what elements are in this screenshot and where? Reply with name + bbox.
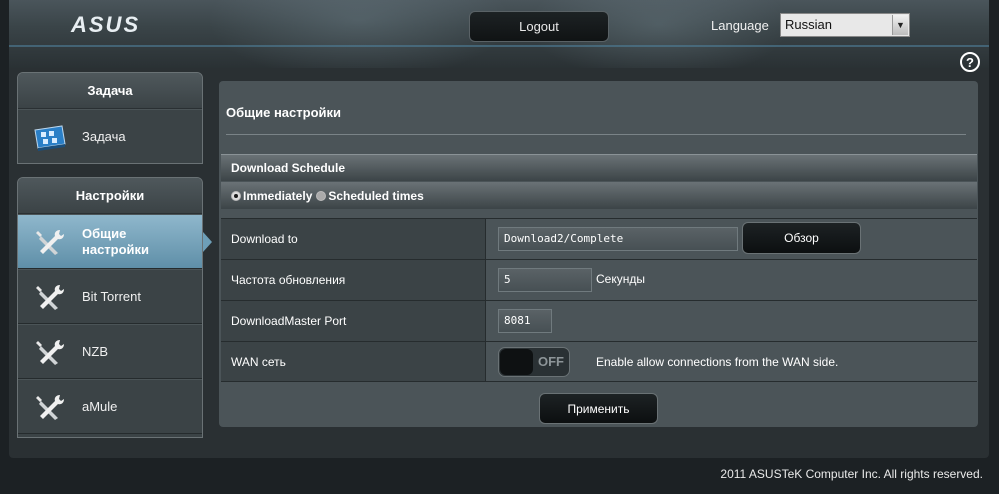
apply-button[interactable]: Применить [539,393,658,424]
refresh-rate-input[interactable]: 5 [498,268,592,292]
sidebar-task-title: Задача [18,73,202,109]
sidebar-item-label: NZB [82,344,108,359]
table-row: WAN сеть OFF Enable allow connections fr… [221,341,977,382]
language-select[interactable]: Russian ▼ [780,13,910,37]
logout-button[interactable]: Logout [469,11,609,42]
asus-logo: ASUS [71,12,141,37]
download-to-label: Download to [221,219,485,259]
tools-icon [36,395,64,420]
sidebar-item-general-settings[interactable]: Общие настройки [18,214,202,269]
active-item-pointer [203,232,212,252]
radio-scheduled-label[interactable]: Scheduled times [328,189,423,203]
refresh-rate-label: Частота обновления [221,260,485,300]
help-icon[interactable]: ? [960,52,980,72]
sidebar-settings-title: Настройки [18,178,202,214]
toggle-state-text: OFF [538,354,564,369]
table-row: Частота обновления 5 Секунды [221,259,977,300]
wan-description: Enable allow connections from the WAN si… [596,355,839,369]
tools-icon [36,285,64,310]
copyright-text: 2011 ASUSTeK Computer Inc. All rights re… [720,467,983,481]
sidebar-task-section: Задача Задача [17,72,203,164]
sidebar-item-task[interactable]: Задача [18,109,202,163]
sidebar-item-label: Bit Torrent [82,289,142,304]
toggle-knob [500,349,533,375]
tools-icon [36,340,64,365]
sidebar-item-label: Задача [82,129,126,144]
main-panel: Общие настройки Download Schedule Immedi… [219,81,978,427]
wan-label: WAN сеть [221,342,485,381]
port-label: DownloadMaster Port [221,301,485,341]
download-schedule-header: Download Schedule [221,154,977,181]
title-divider [226,134,966,135]
download-path-input[interactable]: Download2/Complete [498,227,738,251]
page-title: Общие настройки [226,105,341,120]
sidebar-item-bittorrent[interactable]: Bit Torrent [18,269,202,324]
browse-button[interactable]: Обзор [742,222,861,254]
table-row: DownloadMaster Port 8081 [221,300,977,341]
language-select-value: Russian [785,17,832,32]
settings-table: Download to Download2/Complete Обзор Час… [221,218,977,382]
wan-toggle[interactable]: OFF [498,347,570,377]
tools-icon [36,230,64,255]
app-frame: ASUS Logout Language Russian ▼ ? Задача … [9,0,989,458]
radio-scheduled[interactable] [316,190,327,201]
refresh-unit-label: Секунды [596,272,645,286]
port-input[interactable]: 8081 [498,309,552,333]
sidebar-settings-section: Настройки Общие настройки Bit Torrent NZ… [17,177,203,438]
sidebar-item-label: aMule [82,399,118,414]
sidebar-item-label: Общие настройки [82,225,150,257]
sidebar-item-amule[interactable]: aMule [18,379,202,434]
table-row: Download to Download2/Complete Обзор [221,218,977,259]
sidebar-item-nzb[interactable]: NZB [18,324,202,379]
schedule-options: Immediately Scheduled times [221,182,977,209]
radio-immediately-label[interactable]: Immediately [243,189,312,203]
language-label: Language [711,18,769,33]
task-icon [34,125,66,151]
chevron-down-icon[interactable]: ▼ [892,15,908,35]
radio-immediately[interactable] [231,190,241,201]
